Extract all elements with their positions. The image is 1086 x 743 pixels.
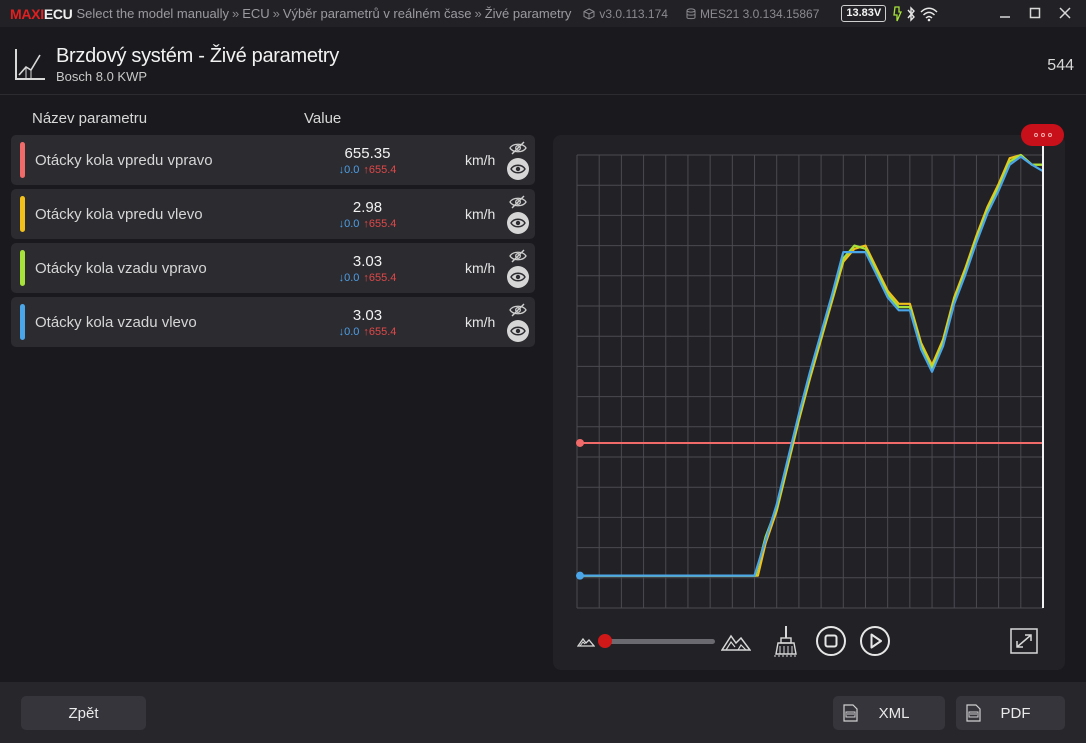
param-name: Otácky kola vzadu vpravo [35, 260, 207, 277]
app-version: v3.0.113.174 [583, 7, 668, 21]
series-color-bar [20, 304, 25, 340]
chart-menu-button[interactable] [1021, 124, 1064, 146]
breadcrumb-separator: » [231, 6, 240, 21]
zoom-slider-knob[interactable] [598, 634, 612, 648]
param-unit: km/h [465, 152, 496, 168]
show-series-icon[interactable] [507, 158, 529, 180]
chart-controls [553, 620, 1065, 664]
pdf-button-label: PDF [1000, 704, 1031, 722]
param-row[interactable]: Otácky kola vpredu vpravo 655.35 ↓0.0 ↑655.… [11, 135, 535, 185]
series-line-1 [577, 153, 1043, 577]
page-title: Brzdový systém - Živé parametry [56, 45, 339, 67]
param-min-max: ↓0.0 ↑655.4 [311, 164, 424, 176]
param-row[interactable]: Otácky kola vpredu vlevo 2.98 ↓0.0 ↑655.4 km… [11, 189, 535, 239]
breadcrumb-separator: » [474, 6, 482, 21]
mountains-large-icon[interactable] [721, 630, 751, 652]
param-min: ↓0.0 [338, 326, 360, 338]
mountains-small-icon[interactable] [577, 634, 595, 648]
hide-series-icon[interactable] [508, 247, 528, 265]
play-icon[interactable] [859, 625, 891, 657]
xml-export-button[interactable]: XML [833, 696, 945, 730]
param-min: ↓0.0 [338, 272, 360, 284]
document-export-icon [843, 704, 858, 722]
live-data-chart-icon [15, 49, 45, 80]
back-button[interactable]: Zpět [21, 696, 146, 730]
param-max: ↑655.4 [363, 164, 397, 176]
page-header: Brzdový systém - Živé parametry Bosch 8.… [0, 27, 1086, 95]
column-header-value: Value [304, 110, 342, 127]
param-max: ↑655.4 [363, 218, 397, 230]
param-min: ↓0.0 [338, 218, 360, 230]
stop-icon[interactable] [815, 625, 847, 657]
app-logo: MAXIECU [10, 5, 73, 22]
param-value: 3.03 [352, 253, 383, 270]
xml-button-label: XML [878, 704, 910, 722]
param-unit: km/h [465, 314, 496, 330]
param-row[interactable]: Otácky kola vzadu vlevo 3.03 ↓0.0 ↑655.4 km/… [11, 297, 535, 347]
series-line-2 [577, 153, 1043, 577]
param-max: ↑655.4 [363, 272, 397, 284]
voltage-badge: 13.83V [841, 5, 887, 22]
zoom-slider-track[interactable] [603, 639, 715, 644]
series-start-marker [576, 571, 584, 580]
param-value: 2.98 [352, 199, 383, 216]
breadcrumb-live-params[interactable]: Živé parametry [485, 6, 572, 21]
param-unit: km/h [465, 260, 496, 276]
breadcrumb-separator: » [272, 6, 280, 21]
device-version: MES21 3.0.134.15867 [686, 7, 819, 21]
document-export-icon [966, 704, 981, 722]
page-subtitle: Bosch 8.0 KWP [56, 69, 148, 84]
minimize-icon[interactable] [992, 2, 1018, 24]
pdf-export-button[interactable]: PDF [956, 696, 1065, 730]
param-min: ↓0.0 [338, 164, 360, 176]
param-min-max: ↓0.0 ↑655.4 [311, 326, 424, 338]
fullscreen-icon[interactable] [1010, 628, 1038, 654]
clear-brush-icon[interactable] [773, 624, 799, 658]
live-chart [576, 145, 1044, 609]
param-unit: km/h [465, 206, 496, 222]
breadcrumb-ecu[interactable]: ECU [242, 6, 269, 21]
param-name: Otácky kola vpredu vlevo [35, 206, 203, 223]
cube-icon [583, 7, 595, 20]
bluetooth-icon [907, 5, 916, 22]
series-color-bar [20, 142, 25, 178]
param-min-max: ↓0.0 ↑655.4 [311, 272, 424, 284]
bolt-icon [893, 5, 903, 21]
back-button-label: Zpět [68, 704, 99, 722]
series-color-bar [20, 196, 25, 232]
param-name: Otácky kola vzadu vlevo [35, 314, 197, 331]
maximize-icon[interactable] [1022, 2, 1048, 24]
close-icon[interactable] [1052, 2, 1078, 24]
header-number: 544 [1047, 57, 1074, 74]
show-series-icon[interactable] [507, 320, 529, 342]
wifi-icon [920, 7, 938, 21]
param-name: Otácky kola vpredu vpravo [35, 152, 213, 169]
hide-series-icon[interactable] [508, 193, 528, 211]
breadcrumb-param-select[interactable]: Výběr parametrů v reálném čase [283, 6, 472, 21]
param-max: ↑655.4 [363, 326, 397, 338]
show-series-icon[interactable] [507, 212, 529, 234]
hide-series-icon[interactable] [508, 301, 528, 319]
breadcrumb-model[interactable]: Select the model manually [76, 6, 228, 21]
show-series-icon[interactable] [507, 266, 529, 288]
param-value: 655.35 [344, 145, 391, 162]
series-color-bar [20, 250, 25, 286]
database-icon [686, 7, 696, 19]
title-bar: MAXIECU Select the model manually » ECU … [0, 0, 1086, 27]
series-start-marker [576, 438, 584, 447]
param-value: 3.03 [352, 307, 383, 324]
hide-series-icon[interactable] [508, 139, 528, 157]
param-row[interactable]: Otácky kola vzadu vpravo 3.03 ↓0.0 ↑655.4 km… [11, 243, 535, 293]
column-header-name: Název parametru [32, 110, 148, 127]
param-min-max: ↓0.0 ↑655.4 [311, 218, 424, 230]
